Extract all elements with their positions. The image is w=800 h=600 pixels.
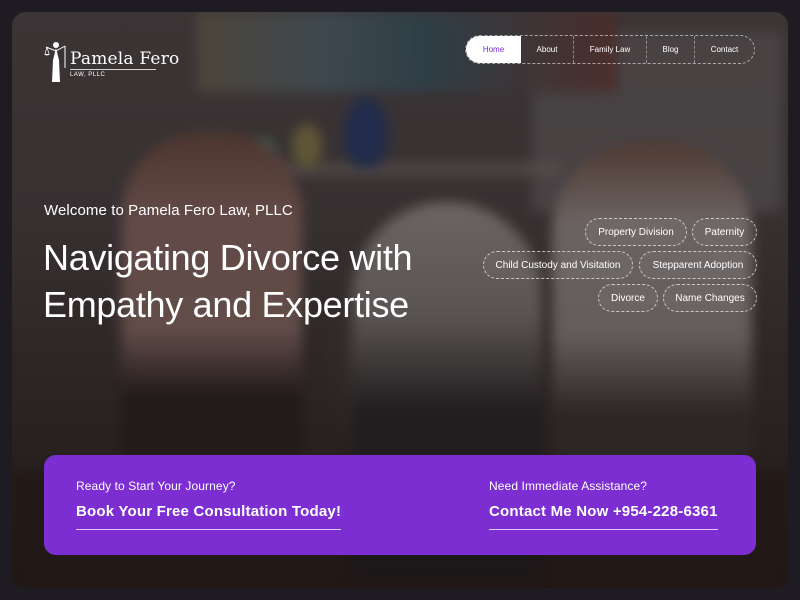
main-nav: Home About Family Law Blog Contact <box>465 35 755 64</box>
nav-item-about[interactable]: About <box>521 36 574 63</box>
tag-stepparent-adoption[interactable]: Stepparent Adoption <box>639 251 757 279</box>
nav-item-contact[interactable]: Contact <box>695 36 754 63</box>
tag-paternity[interactable]: Paternity <box>692 218 757 246</box>
consultation-block: Ready to Start Your Journey? Book Your F… <box>76 479 342 530</box>
hero-section: Pamela Fero LAW, PLLC Home About Family … <box>12 12 788 588</box>
book-consultation-link[interactable]: Book Your Free Consultation Today! <box>76 503 342 530</box>
tag-divorce[interactable]: Divorce <box>598 284 658 312</box>
welcome-text: Welcome to Pamela Fero Law, PLLC <box>44 202 293 219</box>
tag-child-custody[interactable]: Child Custody and Visitation <box>483 251 633 279</box>
consultation-label: Ready to Start Your Journey? <box>76 479 236 493</box>
brand-name: Pamela Fero <box>70 49 180 69</box>
nav-item-family-law[interactable]: Family Law <box>574 36 647 63</box>
page-headline: Navigating Divorce with Empathy and Expe… <box>43 237 413 325</box>
nav-item-blog[interactable]: Blog <box>647 36 695 63</box>
tag-property-division[interactable]: Property Division <box>585 218 687 246</box>
brand-logo[interactable]: Pamela Fero LAW, PLLC <box>44 38 179 84</box>
tag-name-changes[interactable]: Name Changes <box>663 284 757 312</box>
assistance-block: Need Immediate Assistance? Contact Me No… <box>489 479 718 530</box>
nav-item-home[interactable]: Home <box>466 36 521 63</box>
lady-justice-icon <box>44 42 66 82</box>
cta-panel: Ready to Start Your Journey? Book Your F… <box>44 455 756 555</box>
brand-subtitle: LAW, PLLC <box>70 69 156 78</box>
assistance-label: Need Immediate Assistance? <box>489 479 648 493</box>
contact-phone-link[interactable]: Contact Me Now +954-228-6361 <box>489 503 718 530</box>
